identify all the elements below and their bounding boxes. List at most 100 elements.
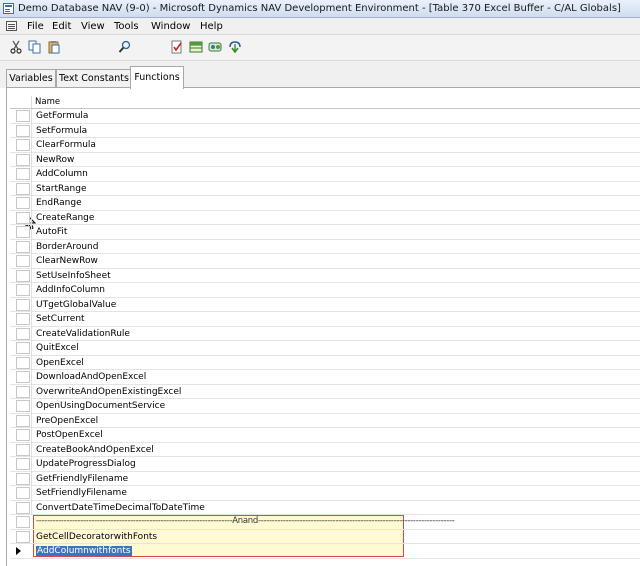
function-row[interactable]: PreOpenExcel	[10, 413, 640, 428]
function-row[interactable]: CreateValidationRule	[10, 326, 640, 341]
function-row[interactable]: GetFormula	[10, 109, 640, 124]
function-row[interactable]: SetCurrent	[10, 312, 640, 327]
function-name[interactable]: QuitExcel	[36, 343, 79, 353]
row-selector[interactable]	[16, 429, 30, 441]
row-selector[interactable]	[16, 487, 30, 499]
row-selector[interactable]	[16, 240, 30, 253]
row-selector[interactable]	[16, 211, 30, 224]
function-name[interactable]: StartRange	[36, 184, 87, 194]
row-selector[interactable]	[16, 530, 30, 543]
function-row[interactable]: OpenExcel	[10, 355, 640, 370]
function-row[interactable]: OpenUsingDocumentService	[10, 399, 640, 414]
symbols-icon[interactable]	[208, 40, 222, 54]
function-name[interactable]: GetCellDecoratorwithFonts	[36, 532, 157, 542]
cut-icon[interactable]	[9, 40, 23, 54]
row-selector[interactable]	[16, 139, 30, 151]
function-row[interactable]: AddColumn	[10, 167, 640, 182]
current-function-row[interactable]: AddColumnwithfonts	[10, 544, 640, 559]
row-selector[interactable]	[16, 356, 30, 369]
function-name[interactable]: SetFriendlyFilename	[36, 488, 127, 498]
function-name[interactable]: GetFormula	[36, 111, 88, 121]
row-selector[interactable]	[16, 313, 30, 325]
row-selector[interactable]	[16, 516, 30, 528]
menu-edit[interactable]: Edit	[52, 21, 71, 32]
menu-window[interactable]: Window	[151, 21, 190, 32]
function-name[interactable]: OpenUsingDocumentService	[36, 401, 165, 411]
row-selector[interactable]	[16, 168, 30, 180]
function-row[interactable]: SetFriendlyFilename	[10, 486, 640, 501]
function-name[interactable]: AddColumn	[36, 169, 88, 179]
function-name[interactable]: PreOpenExcel	[36, 416, 98, 426]
function-row[interactable]: CreateRange	[10, 210, 640, 225]
find-icon[interactable]	[118, 40, 132, 54]
row-selector[interactable]	[16, 443, 30, 456]
row-selector[interactable]	[16, 197, 30, 209]
function-name[interactable]: UTgetGlobalValue	[36, 300, 116, 310]
copy-icon[interactable]	[28, 40, 42, 54]
function-row[interactable]: UTgetGlobalValue	[10, 297, 640, 312]
function-row[interactable]: BorderAround	[10, 239, 640, 254]
function-name[interactable]: GetFriendlyFilename	[36, 474, 128, 484]
function-row[interactable]: EndRange	[10, 196, 640, 211]
function-name[interactable]: OpenExcel	[36, 358, 84, 368]
function-name[interactable]: CreateBookAndOpenExcel	[36, 445, 154, 455]
row-selector[interactable]	[16, 182, 30, 195]
row-selector[interactable]	[16, 255, 30, 267]
selected-function-name[interactable]: AddColumnwithfonts	[36, 546, 132, 556]
row-selector[interactable]	[16, 501, 30, 514]
menu-view[interactable]: View	[81, 21, 105, 32]
function-row[interactable]: ClearNewRow	[10, 254, 640, 269]
function-name[interactable]: ClearNewRow	[36, 256, 98, 266]
row-selector[interactable]	[16, 385, 30, 398]
function-row[interactable]: DownloadAndOpenExcel	[10, 370, 640, 385]
tab-variables[interactable]: Variables	[6, 69, 56, 87]
function-row[interactable]: CreateBookAndOpenExcel	[10, 442, 640, 457]
row-selector[interactable]	[16, 458, 30, 470]
divider-label[interactable]: ----------------------------------------…	[36, 516, 455, 526]
function-name[interactable]: PostOpenExcel	[36, 430, 103, 440]
function-name[interactable]: DownloadAndOpenExcel	[36, 372, 146, 382]
table-icon[interactable]	[189, 40, 203, 54]
menu-help[interactable]: Help	[200, 21, 223, 32]
function-name[interactable]: SetCurrent	[36, 314, 85, 324]
row-selector[interactable]	[16, 414, 30, 427]
column-name-header[interactable]: Name	[35, 97, 60, 107]
function-row[interactable]: UpdateProgressDialog	[10, 457, 640, 472]
row-selector[interactable]	[16, 269, 30, 282]
paste-icon[interactable]	[47, 40, 61, 54]
row-selector[interactable]	[16, 342, 30, 354]
row-selector[interactable]	[16, 124, 30, 137]
row-selector[interactable]	[16, 327, 30, 340]
function-row[interactable]: ConvertDateTimeDecimalToDateTime	[10, 500, 640, 515]
function-row[interactable]: ClearFormula	[10, 138, 640, 153]
row-selector[interactable]	[16, 226, 30, 238]
function-name[interactable]: CreateValidationRule	[36, 329, 130, 339]
function-name[interactable]: UpdateProgressDialog	[36, 459, 136, 469]
function-row[interactable]: OverwriteAndOpenExistingExcel	[10, 384, 640, 399]
function-name[interactable]: SetUseInfoSheet	[36, 271, 111, 281]
row-selector[interactable]	[16, 110, 30, 122]
function-name[interactable]: EndRange	[36, 198, 82, 208]
row-selector[interactable]	[16, 400, 30, 412]
row-selector[interactable]	[16, 284, 30, 296]
row-selector[interactable]	[16, 298, 30, 311]
row-selector[interactable]	[16, 371, 30, 383]
function-row[interactable]: GetCellDecoratorwithFonts	[10, 530, 640, 544]
function-row[interactable]: SetFormula	[10, 123, 640, 138]
properties-icon[interactable]	[170, 40, 184, 54]
function-name[interactable]: BorderAround	[36, 242, 98, 252]
divider-row[interactable]: ----------------------------------------…	[10, 515, 640, 530]
function-row[interactable]: PostOpenExcel	[10, 428, 640, 443]
function-name[interactable]: OverwriteAndOpenExistingExcel	[36, 387, 181, 397]
row-selector[interactable]	[16, 153, 30, 166]
function-name[interactable]: CreateRange	[36, 213, 94, 223]
function-name[interactable]: AutoFit	[36, 227, 67, 237]
row-selector[interactable]	[16, 472, 30, 485]
tab-functions[interactable]: Functions	[130, 66, 184, 89]
tab-text-constants[interactable]: Text Constants	[56, 69, 132, 87]
function-name[interactable]: ClearFormula	[36, 140, 96, 150]
function-row[interactable]: SetUseInfoSheet	[10, 268, 640, 283]
compile-icon[interactable]	[228, 40, 242, 54]
document-menu-icon[interactable]	[6, 21, 17, 31]
function-row[interactable]: GetFriendlyFilename	[10, 471, 640, 486]
